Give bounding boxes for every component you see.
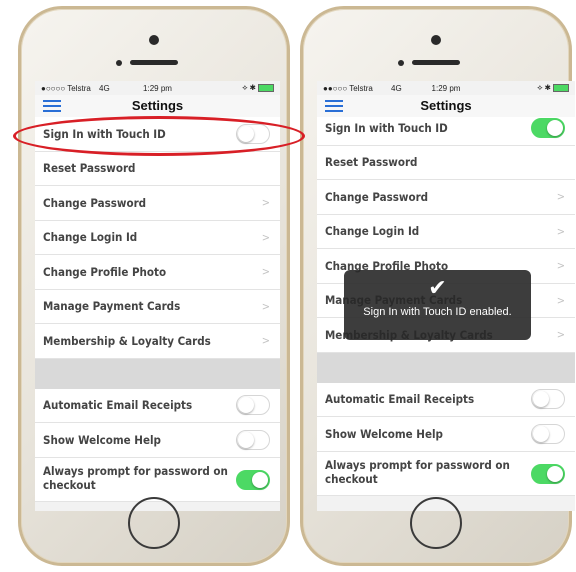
settings-row[interactable]: Automatic Email Receipts <box>317 382 575 417</box>
row-label: Change Password <box>43 195 147 210</box>
settings-row[interactable]: Show Welcome Help <box>35 423 280 458</box>
settings-row[interactable]: Show Welcome Help <box>317 417 575 452</box>
row-label: Automatic Email Receipts <box>325 392 475 407</box>
page-title: Settings <box>420 98 472 113</box>
row-label: Membership & Loyalty Cards <box>43 333 211 348</box>
sensor-icon <box>398 60 404 66</box>
row-label: Reset Password <box>325 155 418 170</box>
navbar: Settings <box>35 95 280 117</box>
highlight-ellipse <box>13 116 305 156</box>
chevron-right-icon: > <box>556 190 565 204</box>
camera-icon <box>431 35 441 45</box>
clock: 1:29 pm <box>431 83 461 93</box>
chevron-right-icon: > <box>261 196 270 210</box>
row-label: Always prompt for password on checkout <box>43 463 228 492</box>
row-label: Always prompt for password on checkout <box>325 457 510 486</box>
toggle-switch[interactable] <box>531 389 565 410</box>
toggle-switch[interactable] <box>236 429 270 450</box>
navbar: Settings <box>317 95 575 117</box>
toast: ✔ Sign In with Touch ID enabled. <box>344 270 531 340</box>
checkmark-icon: ✔ <box>428 275 447 300</box>
phone-right: ●●○○○ Telstra 4G 1:29 pm ⟡ ✱ Settings Si… <box>300 6 575 566</box>
row-label: Manage Payment Cards <box>43 299 181 314</box>
section-divider <box>35 358 280 389</box>
speaker-grille <box>130 60 178 65</box>
settings-row[interactable]: Automatic Email Receipts <box>35 388 280 423</box>
clock: 1:29 pm <box>143 83 172 93</box>
toast-message: Sign In with Touch ID enabled. <box>363 306 512 318</box>
speaker-grille <box>412 60 460 65</box>
screen-right: ●●○○○ Telstra 4G 1:29 pm ⟡ ✱ Settings Si… <box>317 81 575 511</box>
section-divider <box>317 352 575 383</box>
settings-row[interactable]: Always prompt for password on checkout <box>317 451 575 496</box>
phone-left: ●○○○○ Telstra 4G 1:29 pm ⟡ ✱ Settings Si… <box>18 6 290 566</box>
chevron-right-icon: > <box>261 230 270 244</box>
chevron-right-icon: > <box>261 265 270 279</box>
toggle-switch[interactable] <box>531 423 565 444</box>
chevron-right-icon: > <box>261 299 270 313</box>
settings-row[interactable]: Change Password > <box>35 186 280 221</box>
page-title: Settings <box>131 98 184 113</box>
row-label: Change Profile Photo <box>43 264 167 279</box>
settings-row[interactable]: Reset Password <box>317 145 575 180</box>
sensor-icon <box>116 60 122 66</box>
row-label: Change Password <box>325 189 429 204</box>
toggle-switch[interactable] <box>531 117 565 138</box>
chevron-right-icon: > <box>556 224 565 238</box>
row-label: Change Login Id <box>325 224 420 239</box>
row-label: Change Login Id <box>43 230 138 245</box>
row-label: Reset Password <box>43 161 136 176</box>
status-bar: ●●○○○ Telstra 4G 1:29 pm ⟡ ✱ <box>317 81 575 95</box>
settings-row[interactable]: Change Login Id > <box>317 214 575 249</box>
settings-row[interactable]: Membership & Loyalty Cards > <box>35 324 280 359</box>
row-label: Automatic Email Receipts <box>43 398 193 413</box>
home-button[interactable] <box>128 497 180 549</box>
chevron-right-icon: > <box>556 259 565 273</box>
row-label: Sign In with Touch ID <box>325 120 448 135</box>
row-label: Show Welcome Help <box>325 426 443 441</box>
settings-row[interactable]: Change Profile Photo > <box>35 255 280 290</box>
chevron-right-icon: > <box>261 334 270 348</box>
row-label: Show Welcome Help <box>43 432 161 447</box>
toggle-switch[interactable] <box>531 463 565 484</box>
camera-icon <box>149 35 159 45</box>
settings-row[interactable]: Change Login Id > <box>35 220 280 255</box>
toggle-switch[interactable] <box>236 469 270 490</box>
toggle-switch[interactable] <box>236 395 270 416</box>
settings-row[interactable]: Reset Password <box>35 151 280 186</box>
chevron-right-icon: > <box>556 328 565 342</box>
chevron-right-icon: > <box>556 293 565 307</box>
settings-row[interactable]: Manage Payment Cards > <box>35 289 280 324</box>
home-button[interactable] <box>410 497 462 549</box>
settings-row[interactable]: Always prompt for password on checkout <box>35 457 280 502</box>
settings-list: Sign In with Touch ID Reset Password Chang… <box>35 117 280 502</box>
settings-row[interactable]: Change Password > <box>317 180 575 215</box>
status-bar: ●○○○○ Telstra 4G 1:29 pm ⟡ ✱ <box>35 81 280 95</box>
